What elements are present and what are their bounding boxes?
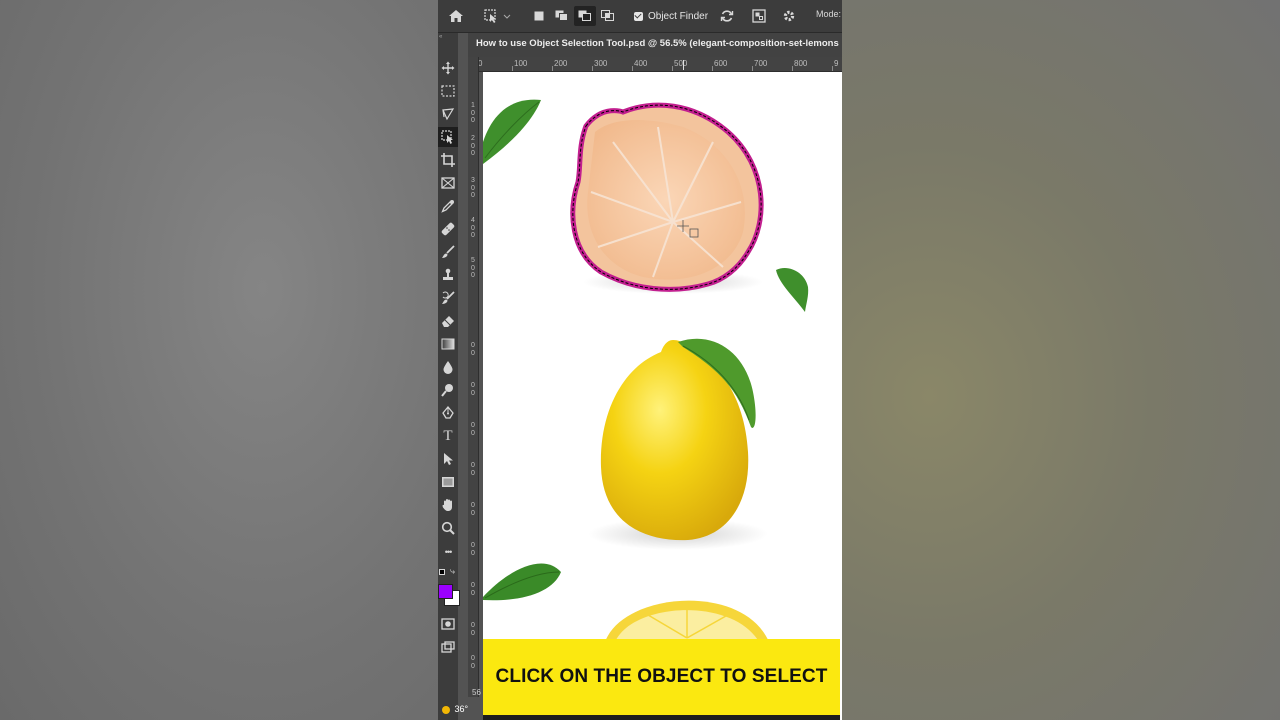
object-selection-tool-icon[interactable] — [438, 127, 458, 147]
checkbox-icon — [634, 11, 643, 21]
canvas[interactable] — [483, 72, 842, 720]
vertical-ruler: 1 00 2 00 3 00 4 00 5 00 00 00 00 00 00 … — [468, 57, 479, 697]
mode-label: Mode: — [816, 9, 842, 19]
options-bar: Object Finder Mode: — [438, 0, 842, 33]
zoom-tool-icon[interactable] — [438, 518, 458, 538]
blurred-background-right — [842, 0, 1280, 720]
blur-tool-icon[interactable] — [438, 357, 458, 377]
screen-mode-icon[interactable] — [438, 637, 458, 657]
color-swatches: ⤷ — [438, 566, 460, 606]
crop-tool-icon[interactable] — [438, 150, 458, 170]
weather-widget[interactable]: 36° — [442, 704, 482, 720]
default-colors-icon[interactable] — [439, 569, 445, 575]
hand-tool-icon[interactable] — [438, 495, 458, 515]
foreground-color-swatch[interactable] — [438, 584, 453, 599]
caption-banner: CLICK ON THE OBJECT TO SELECT — [483, 639, 840, 715]
leaf-bottom-left — [483, 563, 561, 601]
show-all-objects-icon[interactable] — [750, 6, 768, 26]
gear-icon[interactable] — [780, 6, 798, 26]
object-finder-label: Object Finder — [648, 10, 709, 22]
ruler-bottom-value: 56 — [472, 688, 481, 697]
brush-tool-icon[interactable] — [438, 242, 458, 262]
pen-tool-icon[interactable] — [438, 403, 458, 423]
object-selection-preset-button[interactable] — [482, 6, 512, 26]
history-brush-tool-icon[interactable] — [438, 288, 458, 308]
type-tool-icon[interactable]: T — [438, 426, 458, 446]
panel-collapse-icon[interactable]: « — [439, 34, 442, 40]
more-tools-icon[interactable]: ••• — [438, 542, 458, 562]
dodge-tool-icon[interactable] — [438, 380, 458, 400]
subtract-from-selection-icon[interactable] — [574, 6, 596, 26]
healing-brush-tool-icon[interactable] — [438, 219, 458, 239]
clone-stamp-tool-icon[interactable] — [438, 265, 458, 285]
new-selection-icon[interactable] — [530, 6, 548, 26]
taskbar-strip — [483, 715, 840, 720]
refresh-icon[interactable] — [718, 6, 736, 26]
quick-mask-icon[interactable] — [438, 614, 458, 634]
horizontal-ruler: 0 100 200 300 400 500 600 700 800 9 — [478, 57, 842, 72]
path-selection-tool-icon[interactable] — [438, 449, 458, 469]
blurred-background-left — [0, 0, 438, 720]
eyedropper-tool-icon[interactable] — [438, 196, 458, 216]
intersect-selection-icon[interactable] — [598, 6, 618, 26]
add-to-selection-icon[interactable] — [552, 6, 572, 26]
cursor-ruler-marker — [683, 60, 684, 70]
gradient-tool-icon[interactable] — [438, 334, 458, 354]
marquee-tool-icon[interactable] — [438, 81, 458, 101]
caption-text: CLICK ON THE OBJECT TO SELECT — [495, 666, 828, 687]
frame-tool-icon[interactable] — [438, 173, 458, 193]
lasso-tool-icon[interactable] — [438, 104, 458, 124]
move-tool-icon[interactable] — [438, 58, 458, 78]
tools-panel: « T ••• ⤷ — [438, 33, 460, 720]
document-title: How to use Object Selection Tool.psd @ 5… — [476, 38, 839, 49]
rectangle-tool-icon[interactable] — [438, 472, 458, 492]
sun-icon — [442, 705, 450, 714]
eraser-tool-icon[interactable] — [438, 311, 458, 331]
object-finder-checkbox[interactable]: Object Finder — [634, 6, 708, 26]
lemons-artwork — [483, 99, 809, 642]
leaf-top-left — [483, 99, 541, 164]
home-icon[interactable] — [446, 6, 466, 26]
document-tab[interactable]: How to use Object Selection Tool.psd @ 5… — [468, 33, 842, 57]
leaf-right — [776, 267, 809, 312]
swap-colors-icon[interactable]: ⤷ — [450, 566, 455, 577]
photoshop-window: Object Finder Mode: « T ••• ⤷ How to use… — [438, 0, 842, 720]
